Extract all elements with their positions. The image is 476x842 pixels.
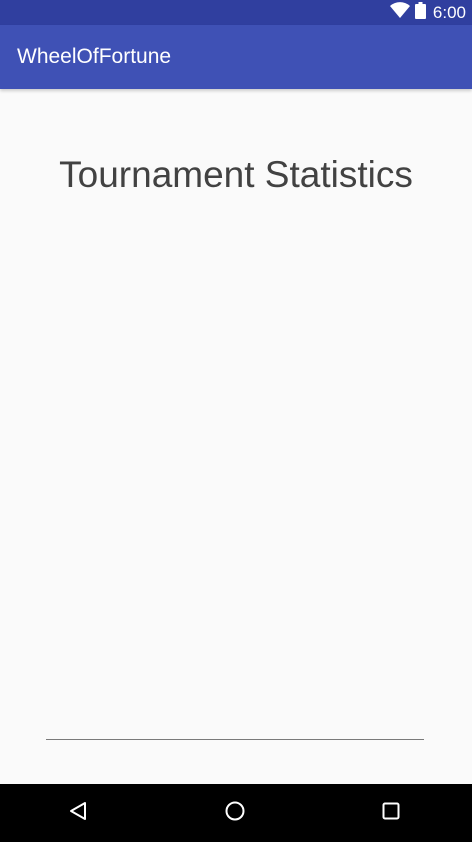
back-button[interactable] [48, 784, 108, 842]
page-title: Tournament Statistics [59, 154, 413, 195]
back-icon [67, 800, 89, 827]
divider [46, 739, 424, 740]
status-time: 6:00 [432, 3, 466, 22]
screen: 6:00 WheelOfFortune Tournament Statistic… [0, 0, 472, 842]
status-icons: 6:00 [389, 0, 466, 25]
battery-icon [414, 1, 426, 24]
home-icon [224, 800, 246, 827]
recents-icon [380, 800, 402, 827]
navigation-bar [0, 784, 472, 842]
status-bar: 6:00 [0, 0, 472, 25]
recents-button[interactable] [361, 784, 421, 842]
content-area: Tournament Statistics [0, 89, 472, 784]
app-bar: WheelOfFortune [0, 25, 472, 89]
home-button[interactable] [205, 784, 265, 842]
app-title: WheelOfFortune [17, 45, 172, 68]
screen-edge [472, 0, 476, 842]
wifi-icon [389, 2, 410, 23]
